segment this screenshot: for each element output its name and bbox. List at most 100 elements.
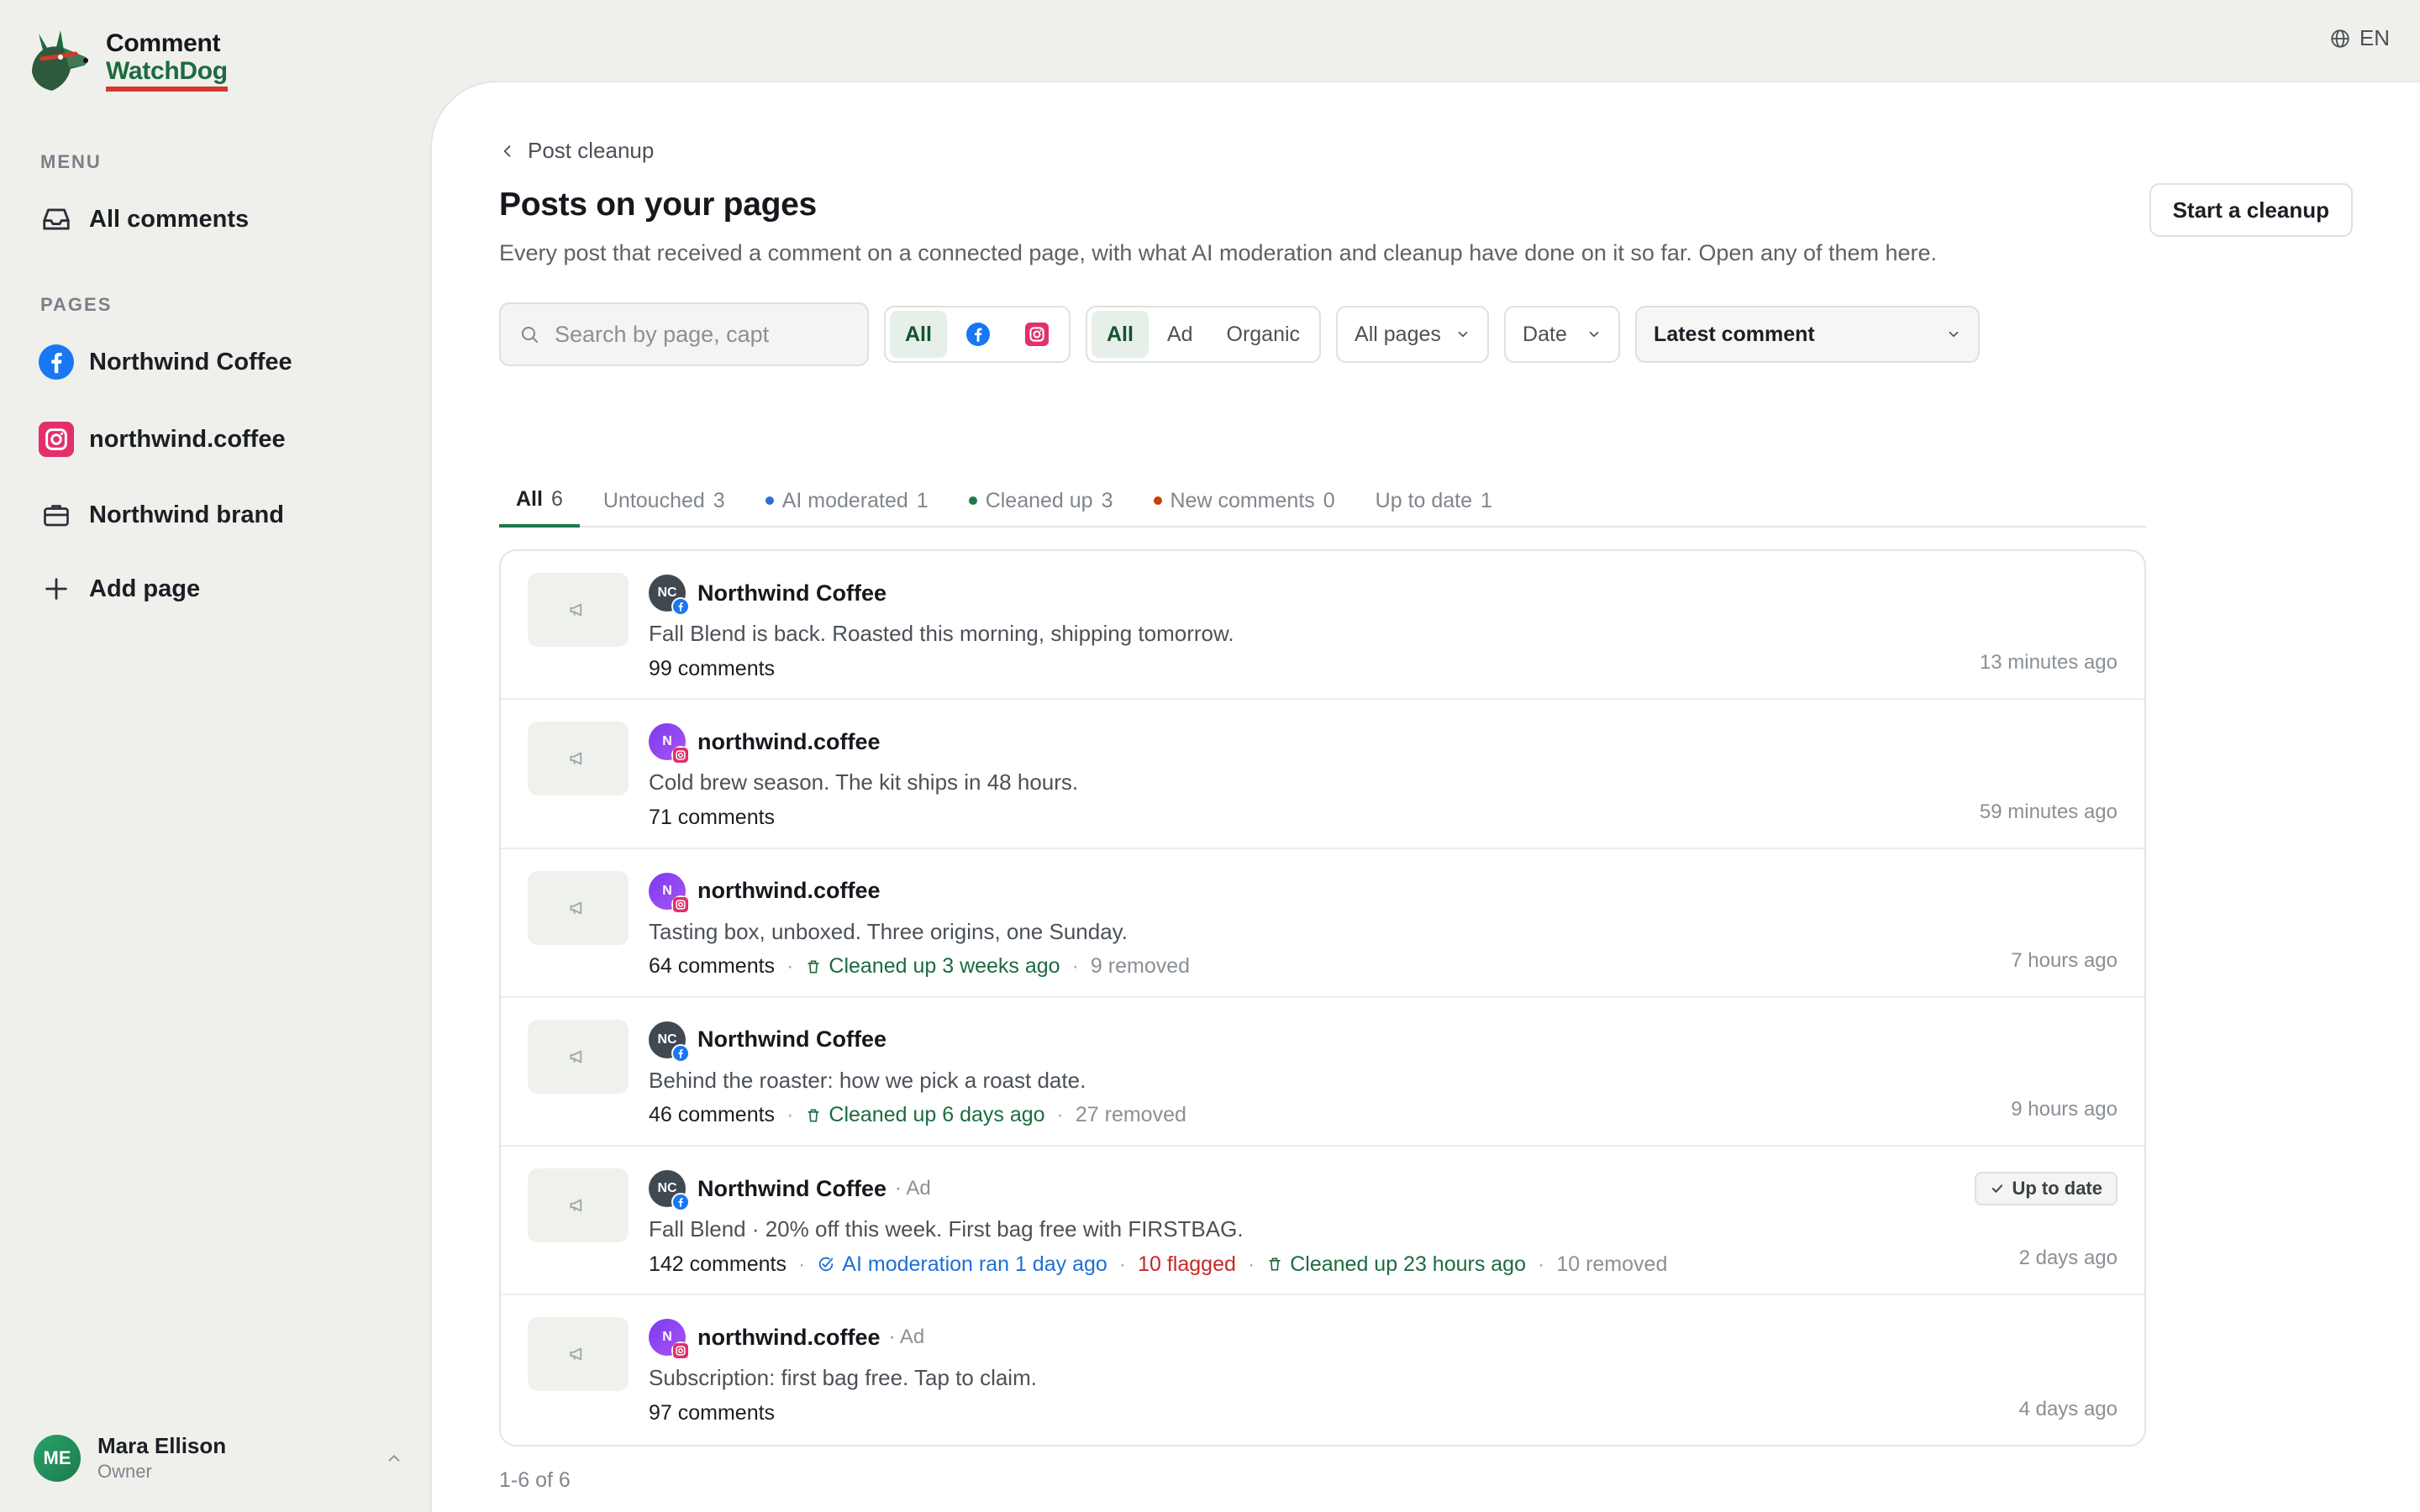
megaphone-icon	[567, 748, 589, 769]
post-body: Nnorthwind.coffee Cold brew season. The k…	[649, 723, 2118, 834]
brand-name-line2: WatchDog	[106, 57, 228, 92]
language-code: EN	[2359, 25, 2390, 50]
page-avatar: NC	[649, 575, 690, 616]
comment-count: 142 comments	[649, 1252, 786, 1276]
sidebar-item-northwind-coffee[interactable]: Northwind Coffee	[39, 344, 292, 380]
page-name: northwind.coffee	[697, 728, 881, 754]
platform-filter: All	[884, 306, 1071, 363]
cleanup-status[interactable]: Cleaned up 23 hours ago	[1266, 1252, 1526, 1277]
pages-dropdown-label: All pages	[1355, 322, 1441, 346]
meta-separator: ·	[786, 1103, 794, 1127]
instagram-icon	[671, 1341, 690, 1361]
search-box[interactable]	[499, 302, 869, 366]
add-page-button[interactable]: Add page	[39, 571, 200, 606]
tab-new-comments[interactable]: New comments 0	[1137, 474, 1352, 528]
tab-count: 0	[1323, 488, 1335, 512]
chevron-left-icon	[499, 143, 516, 160]
tab-ai-moderated[interactable]: AI moderated 1	[749, 474, 945, 528]
ai-check-icon	[817, 1255, 835, 1273]
date-dropdown[interactable]: Date	[1504, 306, 1621, 363]
status-dot	[1153, 496, 1162, 505]
type-all-button[interactable]: All	[1091, 311, 1149, 358]
trash-icon	[1266, 1256, 1283, 1273]
post-row[interactable]: NC Northwind Coffee · Ad Up to date Fall Ble…	[501, 1147, 2144, 1296]
language-selector[interactable]: EN	[2329, 25, 2390, 51]
meta-separator: ·	[1056, 1103, 1064, 1127]
post-timestamp: 59 minutes ago	[1979, 800, 2118, 823]
sidebar-item-northwind-instagram[interactable]: northwind.coffee	[39, 422, 286, 457]
cleanup-status[interactable]: Cleaned up 6 days ago	[805, 1103, 1045, 1127]
chevron-down-icon	[1586, 327, 1602, 342]
post-thumbnail[interactable]	[528, 1317, 629, 1392]
post-row[interactable]: NC Northwind Coffee Fall Blend is back. Ro…	[501, 551, 2144, 701]
user-name: Mara Ellison	[97, 1433, 227, 1458]
tab-label: Untouched	[602, 488, 705, 512]
post-body: NC Northwind Coffee Behind the roaster: ho…	[649, 1021, 2118, 1132]
cleanup-label: Cleaned up 3 weeks ago	[829, 954, 1060, 979]
cleanup-status[interactable]: Cleaned up 3 weeks ago	[805, 954, 1060, 979]
post-body: NC Northwind Coffee Fall Blend is back. Ro…	[649, 575, 2118, 685]
trash-icon	[805, 958, 822, 975]
globe-icon	[2329, 28, 2351, 50]
post-body: NC Northwind Coffee · Ad Up to date Fall Ble…	[649, 1170, 2118, 1281]
comment-count: 64 comments	[649, 954, 776, 979]
post-row[interactable]: Nnorthwind.coffee · Ad Subscription: first…	[501, 1295, 2144, 1444]
tab-up-to-date[interactable]: Up to date 1	[1359, 474, 1509, 528]
removed-count: 10 removed	[1556, 1252, 1668, 1276]
meta-separator: ·	[1247, 1252, 1255, 1276]
search-icon	[519, 324, 539, 344]
type-organic-button[interactable]: Organic	[1212, 311, 1316, 358]
chevron-up-icon[interactable]	[385, 1449, 403, 1467]
tab-untouched[interactable]: Untouched 3	[587, 474, 742, 528]
user-menu[interactable]: ME Mara Ellison Owner	[34, 1433, 403, 1483]
pages-dropdown[interactable]: All pages	[1336, 306, 1490, 363]
post-row[interactable]: Nnorthwind.coffee Tasting box, unboxed. T…	[501, 849, 2144, 998]
post-body: Nnorthwind.coffee Tasting box, unboxed. T…	[649, 872, 2118, 984]
plus-icon	[39, 571, 74, 606]
meta-separator: ·	[1071, 954, 1079, 979]
sidebar-item-all-comments[interactable]: All comments	[39, 202, 249, 237]
instagram-icon	[671, 746, 690, 765]
brand[interactable]: Comment WatchDog	[27, 25, 228, 96]
tab-cleaned-up[interactable]: Cleaned up 3	[952, 474, 1130, 528]
page-avatar: N	[649, 723, 690, 765]
breadcrumb[interactable]: Post cleanup	[499, 138, 654, 164]
comment-count: 71 comments	[649, 805, 776, 829]
platform-all-button[interactable]: All	[890, 311, 947, 358]
platform-instagram-button[interactable]	[1009, 311, 1065, 358]
post-header: Nnorthwind.coffee	[649, 872, 2118, 914]
post-body: Nnorthwind.coffee · Ad Subscription: first…	[649, 1319, 2118, 1430]
tab-count: 1	[1481, 488, 1492, 512]
tab-all[interactable]: All 6	[499, 474, 580, 528]
start-cleanup-button[interactable]: Start a cleanup	[2149, 183, 2353, 237]
post-thumbnail[interactable]	[528, 870, 629, 945]
date-dropdown-label: Date	[1523, 322, 1567, 346]
megaphone-icon	[567, 1046, 589, 1068]
removed-count: 9 removed	[1090, 954, 1191, 979]
post-thumbnail[interactable]	[528, 1019, 629, 1094]
post-row[interactable]: Nnorthwind.coffee Cold brew season. The k…	[501, 700, 2144, 849]
instagram-icon	[1024, 323, 1049, 346]
post-thumbnail[interactable]	[528, 1168, 629, 1243]
breadcrumb-label: Post cleanup	[528, 138, 655, 163]
sidebar-item-northwind-brand[interactable]: Northwind brand	[39, 497, 284, 533]
post-row[interactable]: NC Northwind Coffee Behind the roaster: ho…	[501, 998, 2144, 1147]
comment-count: 46 comments	[649, 1103, 776, 1127]
sort-dropdown[interactable]: Latest comment	[1635, 306, 1981, 363]
platform-facebook-button[interactable]	[950, 311, 1006, 358]
page-avatar: N	[649, 1319, 690, 1361]
ad-label: · Ad	[894, 1177, 931, 1200]
ai-moderation-status[interactable]: AI moderation ran 1 day ago	[817, 1252, 1107, 1277]
type-ad-button[interactable]: Ad	[1152, 311, 1208, 358]
chevron-down-icon	[1946, 327, 1961, 342]
avatar: ME	[34, 1434, 81, 1482]
page-avatar: NC	[649, 1021, 690, 1063]
sidebar-item-label: Northwind brand	[89, 501, 284, 528]
post-thumbnail[interactable]	[528, 722, 629, 796]
search-input[interactable]	[555, 321, 840, 348]
post-thumbnail[interactable]	[528, 573, 629, 647]
megaphone-icon	[567, 1194, 589, 1216]
filter-bar: All All Ad Organic All pages Date	[499, 302, 1981, 366]
page-description: Every post that received a comment on a …	[499, 240, 1938, 265]
pages-heading: PAGES	[40, 294, 113, 315]
